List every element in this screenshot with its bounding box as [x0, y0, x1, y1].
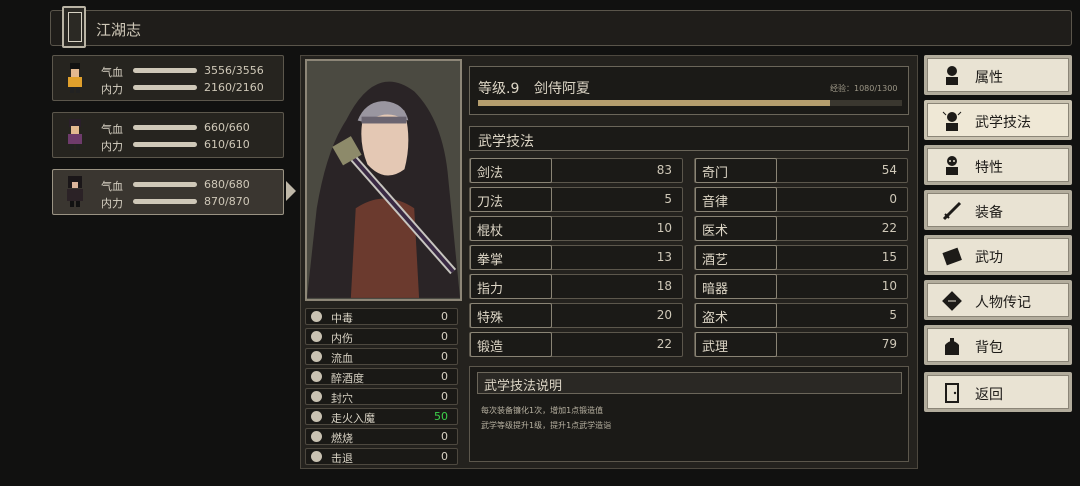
- skill-row: 剑法 83: [469, 158, 683, 183]
- mp-label: 内力: [101, 83, 123, 96]
- skill-row: 医术 22: [694, 216, 908, 241]
- exp-text: 经验：1080/1300: [830, 84, 898, 93]
- character-avatar-icon: [67, 176, 83, 207]
- title-bar: [50, 10, 1072, 46]
- character-icon: [946, 66, 958, 85]
- mp-value: 870/870: [204, 195, 250, 208]
- skill-row: 音律 0: [694, 187, 908, 212]
- skill-row: 武理 79: [694, 332, 908, 357]
- mp-bar: [133, 85, 197, 90]
- menu-attributes-button[interactable]: 属性: [924, 55, 1072, 95]
- description-line: 每次装备镰化1次，增加1点锻造值: [481, 406, 604, 415]
- hp-value: 3556/3556: [204, 64, 264, 77]
- hp-bar: [133, 125, 197, 130]
- status-row-qi-deviation: 走火入魔 50: [305, 408, 458, 425]
- skills-section-title: 武学技法: [469, 126, 909, 151]
- sword-icon: [942, 201, 962, 221]
- hp-bar: [133, 182, 197, 187]
- hp-label: 气血: [101, 66, 123, 79]
- menu-backpack-button[interactable]: 背包: [924, 325, 1072, 365]
- status-row-bleeding: 流血 0: [305, 348, 458, 365]
- page-title: 江湖志: [96, 21, 142, 39]
- skill-row: 锻造 22: [469, 332, 683, 357]
- book-icon: [62, 6, 86, 48]
- menu-martial-skills-button[interactable]: 武学技法: [924, 100, 1072, 140]
- party-member-3[interactable]: 气血 680/680 内力 870/870: [52, 169, 284, 215]
- skill-row: 指力 18: [469, 274, 683, 299]
- status-row-burning: 燃烧 0: [305, 428, 458, 445]
- flame-icon: [311, 431, 322, 442]
- hp-label: 气血: [101, 180, 123, 193]
- mp-bar: [133, 142, 197, 147]
- skill-row: 棍杖 10: [469, 216, 683, 241]
- hp-label: 气血: [101, 123, 123, 136]
- description-line: 武学等级提升1级，提升1点武学造诣: [481, 421, 612, 430]
- character-name: 剑侍阿夏: [534, 81, 590, 97]
- status-row-poison: 中毒 0: [305, 308, 458, 325]
- door-icon: [945, 383, 959, 403]
- skill-row: 拳掌 13: [469, 245, 683, 270]
- hp-value: 680/680: [204, 178, 250, 191]
- skill-row: 奇门 54: [694, 158, 908, 183]
- skill-row: 特殊 20: [469, 303, 683, 328]
- character-avatar-icon: [68, 119, 82, 150]
- skull-icon: [311, 311, 322, 322]
- exp-bar-fill: [478, 100, 830, 106]
- party-member-1[interactable]: 气血 3556/3556 内力 2160/2160: [52, 55, 284, 101]
- mp-value: 610/610: [204, 138, 250, 151]
- menu-martial-arts-button[interactable]: 武功: [924, 235, 1072, 275]
- description-title: 武学技法说明: [477, 372, 902, 394]
- wine-icon: [311, 371, 322, 382]
- boot-icon: [311, 451, 322, 462]
- menu-biography-button[interactable]: 人物传记: [924, 280, 1072, 320]
- skill-row: 暗器 10: [694, 274, 908, 299]
- hp-value: 660/660: [204, 121, 250, 134]
- skill-row: 酒艺 15: [694, 245, 908, 270]
- exp-bar: [478, 100, 902, 106]
- mp-value: 2160/2160: [204, 81, 264, 94]
- mp-label: 内力: [101, 140, 123, 153]
- hp-bar: [133, 68, 197, 73]
- selection-arrow-icon: [286, 181, 296, 201]
- character-sparkle-icon: [942, 111, 962, 131]
- level-label: 等级.9: [478, 81, 520, 97]
- bag-icon: [945, 338, 959, 355]
- status-row-sealed-acupoint: 封穴 0: [305, 388, 458, 405]
- mp-bar: [133, 199, 197, 204]
- seal-icon: [311, 391, 322, 402]
- broken-heart-icon: [311, 331, 322, 342]
- skill-row: 刀法 5: [469, 187, 683, 212]
- mp-label: 内力: [101, 197, 123, 210]
- skill-row: 盗术 5: [694, 303, 908, 328]
- menu-traits-button[interactable]: 特性: [924, 145, 1072, 185]
- status-row-internal-injury: 内伤 0: [305, 328, 458, 345]
- menu-return-button[interactable]: 返回: [924, 372, 1072, 412]
- book-icon: [942, 247, 962, 266]
- status-row-knockback: 击退 0: [305, 448, 458, 465]
- character-portrait: [305, 59, 462, 301]
- status-row-drunkenness: 醉酒度 0: [305, 368, 458, 385]
- scroll-icon: [942, 291, 962, 311]
- swirl-icon: [311, 411, 322, 422]
- character-avatar-icon: [68, 63, 82, 93]
- character-icon: [946, 156, 958, 175]
- party-member-2[interactable]: 气血 660/660 内力 610/610: [52, 112, 284, 158]
- menu-equipment-button[interactable]: 装备: [924, 190, 1072, 230]
- blood-drop-icon: [311, 351, 322, 362]
